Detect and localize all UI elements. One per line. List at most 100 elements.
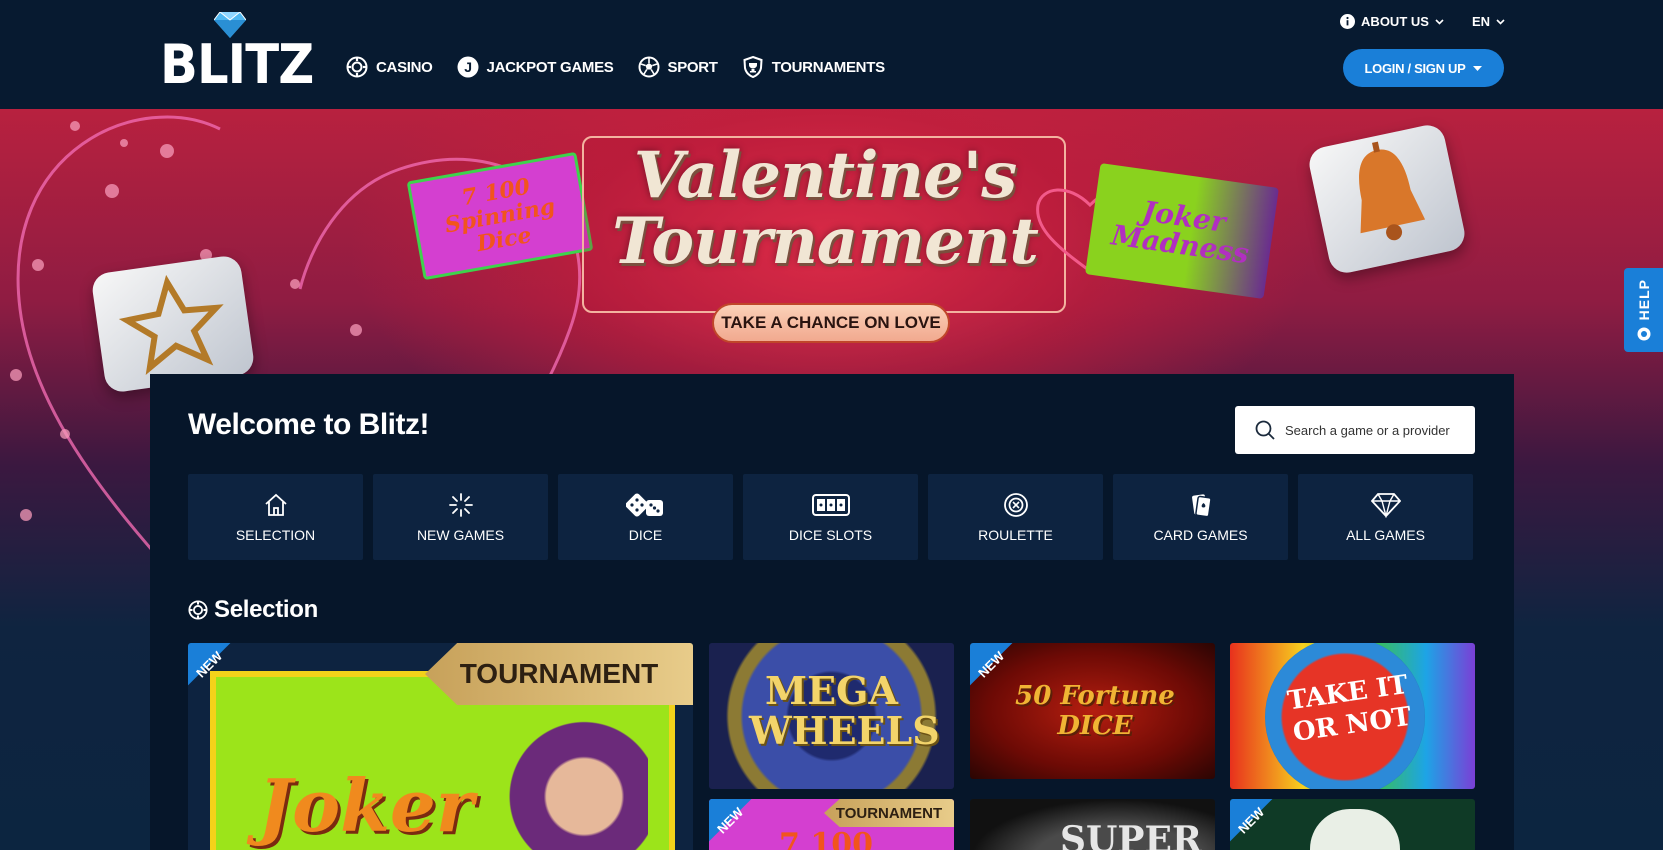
- bell-dice-decoration: [1306, 122, 1468, 276]
- slot-machine-icon: [811, 491, 851, 519]
- nav-tournaments-label: TOURNAMENTS: [771, 58, 885, 76]
- category-dice-slots[interactable]: DICE SLOTS: [743, 474, 918, 560]
- game-tile-take-it-or-not[interactable]: TAKE IT OR NOT: [1230, 643, 1475, 789]
- roulette-icon: [1003, 491, 1029, 519]
- jackpot-icon: J: [457, 56, 479, 78]
- tournament-ribbon: TOURNAMENT: [425, 643, 693, 705]
- bokeh-dot: [105, 184, 119, 198]
- game-tile-mega-wheels[interactable]: MEGA WHEELS: [709, 643, 954, 789]
- spinning-dice-title: 7 100 Spinning Dice: [442, 173, 558, 258]
- new-badge: NEW: [1230, 799, 1290, 850]
- nav-jackpot-games[interactable]: J JACKPOT GAMES: [457, 56, 614, 78]
- cards-icon: [1188, 491, 1214, 519]
- jester-figure: [488, 703, 648, 850]
- bokeh-dot: [160, 144, 174, 158]
- category-new-games[interactable]: NEW GAMES: [373, 474, 548, 560]
- nav-sport-label: SPORT: [667, 58, 718, 76]
- bokeh-dot: [10, 369, 22, 381]
- category-label: SELECTION: [235, 527, 316, 543]
- info-icon: [1340, 14, 1356, 29]
- bokeh-dot: [70, 121, 80, 131]
- game-tile-spinning-dice[interactable]: 7 100 TOURNAMENT NEW: [709, 799, 954, 850]
- nav-jackpot-label: JACKPOT GAMES: [486, 58, 614, 76]
- new-badge: NEW: [709, 799, 769, 850]
- new-badge: NEW: [188, 643, 248, 703]
- help-label: HELP: [1635, 279, 1652, 321]
- nav-casino[interactable]: CASINO: [346, 56, 433, 78]
- dice-icon: [625, 491, 666, 519]
- new-badge-label: NEW: [975, 648, 1008, 681]
- page-title: Welcome to Blitz!: [188, 408, 429, 441]
- section-heading: Selection: [188, 596, 318, 624]
- tile-title: 50 Fortune DICE: [1015, 681, 1175, 741]
- home-icon: [263, 491, 289, 519]
- language-label: EN: [1471, 14, 1490, 29]
- logo-text: BLITZ: [160, 33, 314, 96]
- bokeh-dot: [20, 509, 32, 521]
- tournament-ribbon: TOURNAMENT: [824, 799, 954, 827]
- soccer-ball-icon: [638, 56, 660, 78]
- nav-tournaments[interactable]: TOURNAMENTS: [742, 56, 885, 78]
- new-badge-label: NEW: [193, 648, 226, 681]
- tile-title: SUPER: [1060, 819, 1202, 850]
- chip-icon: [346, 56, 368, 78]
- category-label: DICE SLOTS: [788, 527, 873, 543]
- bell-icon: [1359, 141, 1426, 241]
- category-roulette[interactable]: ROULETTE: [928, 474, 1103, 560]
- game-tile-unknown[interactable]: NEW: [1230, 799, 1475, 850]
- search-icon: [1255, 420, 1275, 440]
- new-badge-label: NEW: [1235, 804, 1268, 837]
- bokeh-dot: [290, 279, 300, 289]
- banner-title: Valentine's Tournament: [612, 138, 1039, 279]
- category-label: DICE: [628, 527, 663, 543]
- tile-title: MEGA WHEELS: [749, 668, 940, 753]
- diamond-icon: [1370, 491, 1401, 519]
- shield-trophy-icon: [742, 56, 764, 78]
- category-card-games[interactable]: CARD GAMES: [1113, 474, 1288, 560]
- joker-madness-title: Joker Madness: [1109, 194, 1251, 271]
- category-label: NEW GAMES: [416, 527, 505, 543]
- tile-title: 7 100: [779, 827, 873, 850]
- chevron-down-icon: [1496, 18, 1505, 25]
- bokeh-dot: [120, 139, 128, 147]
- category-all-games[interactable]: ALL GAMES: [1298, 474, 1473, 560]
- main-nav: CASINO J JACKPOT GAMES SPORT TOURNAMENTS: [346, 56, 885, 78]
- category-label: ROULETTE: [978, 527, 1053, 543]
- main-content: Welcome to Blitz! SELECTION NEW GAMES DI…: [150, 374, 1514, 850]
- language-selector[interactable]: EN: [1472, 14, 1505, 29]
- category-bar: SELECTION NEW GAMES DICE DICE SLOTS ROUL…: [188, 474, 1473, 560]
- game-tile-50-fortune-dice[interactable]: 50 Fortune DICE NEW: [970, 643, 1215, 779]
- sparkle-icon: [448, 491, 474, 519]
- new-badge-label: NEW: [714, 804, 747, 837]
- banner-cta-button[interactable]: TAKE A CHANCE ON LOVE: [712, 303, 950, 343]
- tile-artwork: [1310, 809, 1400, 850]
- game-tile-joker[interactable]: Joker TOURNAMENT NEW: [188, 643, 693, 850]
- bokeh-dot: [350, 324, 362, 336]
- top-links: ABOUT US EN: [1340, 14, 1505, 29]
- category-label: CARD GAMES: [1153, 527, 1248, 543]
- nav-casino-label: CASINO: [376, 58, 433, 76]
- new-badge: NEW: [970, 643, 1030, 703]
- about-us-label: ABOUT US: [1361, 14, 1429, 29]
- tile-title: Joker: [258, 763, 474, 848]
- nav-sport[interactable]: SPORT: [638, 56, 718, 78]
- category-selection[interactable]: SELECTION: [188, 474, 363, 560]
- blitz-logo[interactable]: BLITZ: [160, 12, 314, 94]
- bokeh-dot: [60, 429, 70, 439]
- login-signup-button[interactable]: LOGIN / SIGN UP: [1343, 49, 1504, 87]
- game-tile-super[interactable]: SUPER: [970, 799, 1215, 850]
- help-bubble-icon: [1637, 327, 1650, 341]
- category-label: ALL GAMES: [1346, 527, 1425, 543]
- svg-text:J: J: [464, 59, 472, 75]
- star-icon: [118, 274, 224, 376]
- star-dice-decoration: [90, 254, 256, 394]
- about-us-link[interactable]: ABOUT US: [1340, 14, 1444, 29]
- category-dice[interactable]: DICE: [558, 474, 733, 560]
- search-box[interactable]: [1235, 406, 1475, 454]
- chip-icon: [188, 600, 208, 620]
- search-input[interactable]: [1285, 422, 1455, 438]
- help-tab[interactable]: HELP: [1624, 268, 1663, 352]
- login-signup-label: LOGIN / SIGN UP: [1364, 60, 1466, 76]
- caret-down-icon: [1473, 65, 1483, 71]
- bokeh-dot: [32, 259, 44, 271]
